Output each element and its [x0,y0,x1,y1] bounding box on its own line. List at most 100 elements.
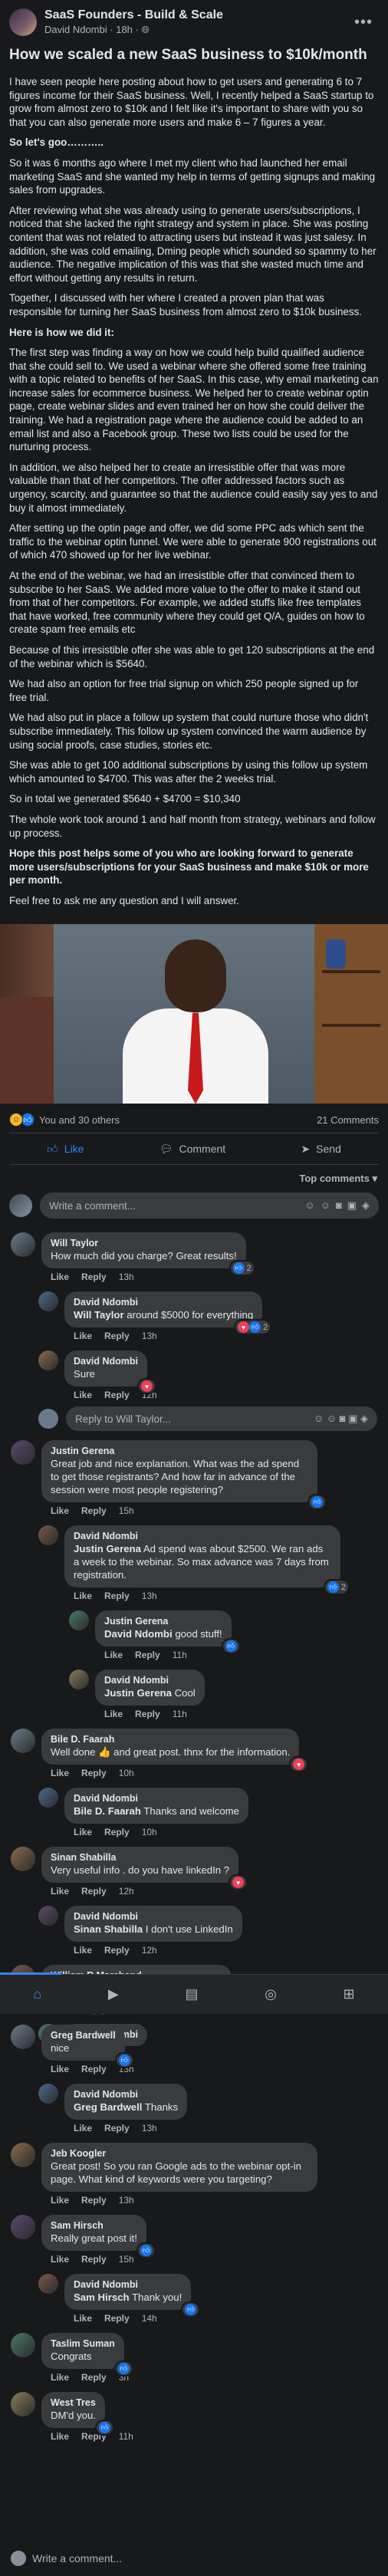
comment-bubble[interactable]: David Ndombi Greg Bardwell Thanks [64,2084,188,2120]
gaming-icon[interactable]: ⊞ [344,1986,355,2002]
comment-reply-link[interactable]: Reply [104,1827,130,1837]
gif-icon[interactable]: ▣ [347,1199,357,1212]
comment-reactions[interactable]: 👍︎ [137,2244,154,2257]
group-name[interactable]: SaaS Founders - Build & Scale [44,8,348,22]
comment-like-link[interactable]: Like [74,2123,92,2134]
comment-reply-link[interactable]: Reply [104,2123,130,2134]
comment-time[interactable]: 12h [119,1886,134,1897]
commenter-avatar[interactable] [38,2084,58,2104]
mention-tag[interactable]: Sinan Shabilla [74,1923,143,1935]
comment-like-link[interactable]: Like [74,1390,92,1400]
commenter-avatar[interactable] [38,1906,58,1926]
commenter-name[interactable]: David Ndombi [74,1531,331,1541]
comment-like-link[interactable]: Like [74,1945,92,1956]
comment-bubble[interactable]: Taslim Suman Congrats 👍︎ [41,2333,132,2375]
sticker-icon[interactable]: ◈ [362,1199,370,1212]
comment-bubble[interactable]: David Ndombi Justin Gerena Ad spend was a… [64,1525,348,1594]
comment-reply-link[interactable]: Reply [104,1331,130,1341]
send-button[interactable]: ➤ Send [301,1143,340,1156]
comment-sort-dropdown[interactable]: Top comments ▾ [0,1165,388,1188]
comment-like-link[interactable]: Like [104,1709,123,1719]
comment-time[interactable]: 11h [173,1650,187,1660]
comment-reply-link[interactable]: Reply [81,2254,107,2265]
commenter-name[interactable]: David Ndombi [104,1675,196,1686]
commenter-avatar[interactable] [38,1788,58,1808]
comment-time[interactable]: 13h [142,1331,157,1341]
home-icon[interactable]: ⌂ [33,1986,41,2002]
comment-time[interactable]: 15h [119,1505,134,1516]
comment-time[interactable]: 10h [119,1768,134,1778]
reply-input[interactable]: Reply to Will Taylor... ☺ ☺ ◙ ▣ ◈ [66,1406,377,1432]
commenter-name[interactable]: Jeb Koogler [51,2148,308,2159]
camera-icon[interactable]: ◙ [336,1199,342,1212]
comment-time[interactable]: 10h [142,1827,157,1837]
comment-reply-link[interactable]: Reply [135,1709,160,1719]
comment-bubble[interactable]: Sinan Shabilla Very useful info . do you … [41,1847,247,1890]
comment-reactions[interactable]: 👍︎ [309,1495,325,1509]
comment-reply-link[interactable]: Reply [81,1272,107,1282]
comment-bubble[interactable]: Will Taylor How much did you charge? Grea… [41,1232,254,1275]
comment-like-link[interactable]: Like [51,2431,69,2442]
comment-like-link[interactable]: Like [51,2372,69,2383]
reaction-summary[interactable]: ☺ 👍︎ You and 30 others [9,1113,120,1127]
comment-like-link[interactable]: Like [74,1331,92,1341]
comment-time[interactable]: 11h [173,1709,187,1719]
bottom-comment-composer[interactable]: Write a comment... [0,2543,388,2574]
watch-icon[interactable]: ▶ [108,1986,119,2002]
commenter-avatar[interactable] [11,1729,35,1754]
comment-like-link[interactable]: Like [51,1505,69,1516]
comment-reply-link[interactable]: Reply [81,1505,107,1516]
mention-tag[interactable]: Bile D. Faarah [74,1805,141,1817]
comment-bubble[interactable]: David Ndombi Justin Gerena Cool [95,1670,205,1706]
comment-bubble[interactable]: David Ndombi Bile D. Faarah Thanks and we… [64,1788,248,1824]
commenter-avatar[interactable] [38,1351,58,1371]
commenter-name[interactable]: David Ndombi [74,2089,178,2100]
comment-count[interactable]: 21 Comments [317,1114,379,1126]
commenter-name[interactable]: Greg Bardwell [51,2030,116,2041]
commenter-avatar[interactable] [38,1525,58,1546]
comment-reply-link[interactable]: Reply [81,2064,107,2074]
commenter-name[interactable]: David Ndombi [74,1356,138,1367]
avatar-sticker-icon[interactable]: ☺ [304,1199,314,1212]
comment-time[interactable]: 11h [119,2431,133,2442]
comment-reactions[interactable]: ♥ [230,1876,247,1890]
comment-time[interactable]: 15h [119,2254,134,2265]
commenter-avatar[interactable] [69,1610,89,1631]
commenter-avatar[interactable] [11,2333,35,2357]
group-avatar[interactable] [9,8,37,36]
comment-like-link[interactable]: Like [74,1827,92,1837]
mention-tag[interactable]: Will Taylor [74,1309,124,1321]
post-time[interactable]: 18h [116,24,133,35]
commenter-avatar[interactable] [11,1847,35,1872]
comment-reply-link[interactable]: Reply [104,1945,130,1956]
comment-bubble[interactable]: West Tres DM'd you. 👍︎ [41,2392,113,2434]
commenter-avatar[interactable] [11,2215,35,2239]
commenter-name[interactable]: Justin Gerena [51,1446,308,1456]
comment-bubble[interactable]: Greg Bardwell nice 👍︎ [41,2025,133,2067]
commenter-avatar[interactable] [11,1440,35,1466]
comment-bubble[interactable]: Bile D. Faarah Well done 👍 and great post… [41,1729,307,1772]
comment-button[interactable]: 💬︎ Comment [159,1143,225,1156]
comment-reply-link[interactable]: Reply [104,1591,130,1601]
comment-time[interactable]: 13h [119,2195,134,2206]
comment-input[interactable]: Write a comment... ☺ ☺ ◙ ▣ ◈ [40,1193,379,1219]
comment-time[interactable]: 14h [142,2313,157,2324]
commenter-avatar[interactable] [11,1232,35,1258]
commenter-name[interactable]: Sam Hirsch [51,2220,137,2231]
mention-tag[interactable]: David Ndombi [104,1628,173,1640]
more-options-icon[interactable]: ••• [348,14,379,31]
commenter-name[interactable]: David Ndombi [74,1297,253,1308]
comment-reactions[interactable]: 👍︎ 2 [324,1581,348,1594]
comment-like-link[interactable]: Like [104,1650,123,1660]
comment-like-link[interactable]: Like [51,2064,69,2074]
comment-bubble[interactable]: Justin Gerena Great job and nice explanat… [41,1440,325,1509]
commenter-name[interactable]: David Ndombi [74,1911,233,1922]
commenter-name[interactable]: West Tres [51,2397,96,2408]
comment-reactions[interactable]: 👍︎ [115,2362,132,2375]
comment-reply-link[interactable]: Reply [81,2372,107,2383]
comment-reactions[interactable]: ♥ [139,1380,156,1393]
emoji-icon[interactable]: ☺ [321,1199,330,1212]
comment-reply-link[interactable]: Reply [104,1390,130,1400]
mention-tag[interactable]: Justin Gerena [74,1543,141,1554]
comment-like-link[interactable]: Like [74,2313,92,2324]
